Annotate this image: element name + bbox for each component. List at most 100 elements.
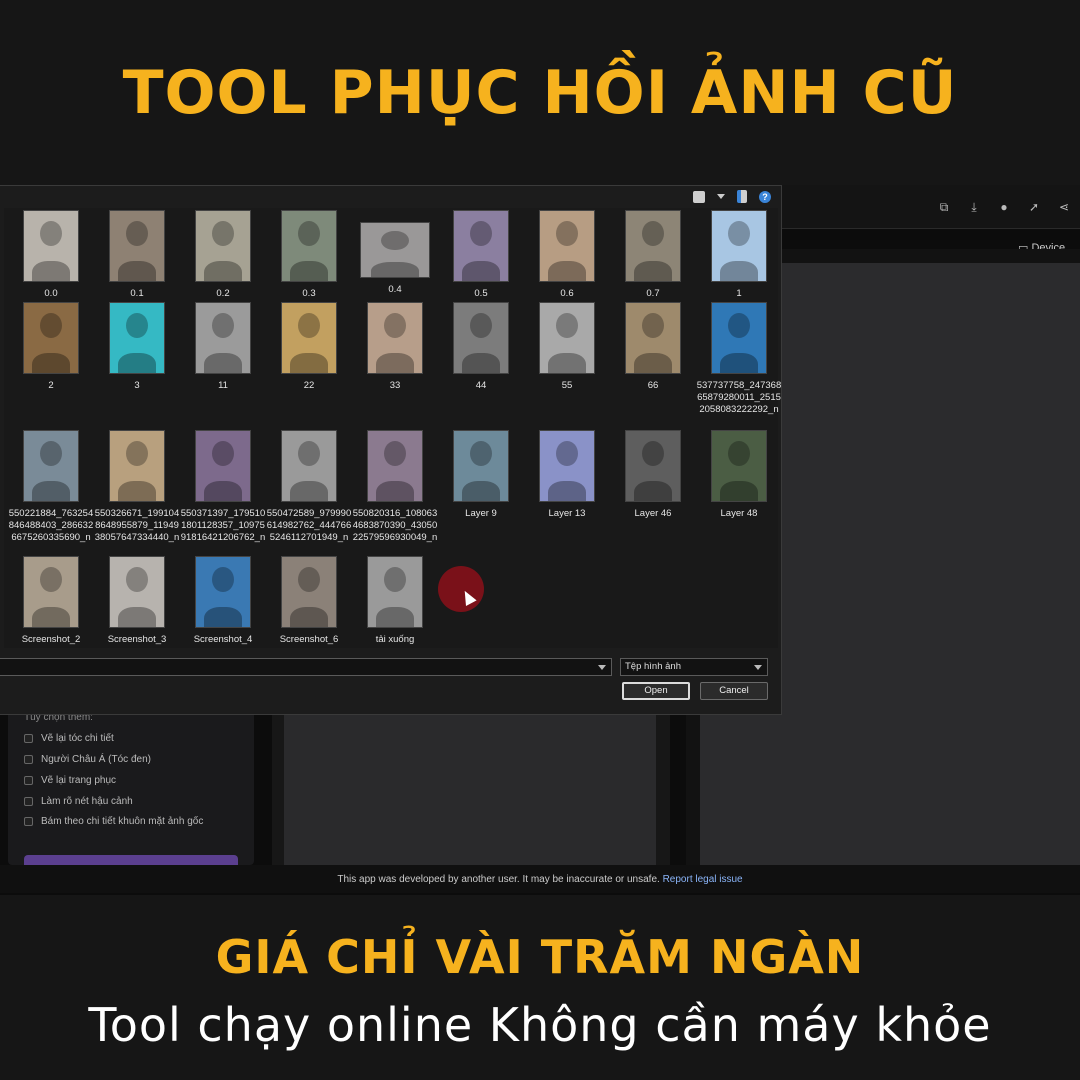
cancel-button[interactable]: Cancel xyxy=(700,682,768,700)
file-thumbnail xyxy=(281,430,337,502)
file-name-label: Screenshot_4 xyxy=(193,634,253,645)
file-item[interactable]: Screenshot_3 xyxy=(94,556,180,646)
file-thumbnail xyxy=(367,430,423,502)
file-thumbnail xyxy=(453,210,509,282)
file-name-label: 11 xyxy=(218,380,228,391)
file-item[interactable]: 550326671_1991048648955879_1194938057647… xyxy=(94,430,180,544)
file-name-label: Layer 46 xyxy=(634,508,672,519)
file-name-label: 0.0 xyxy=(44,288,58,299)
option-label: Làm rõ nét hậu cảnh xyxy=(41,796,133,807)
checkbox[interactable] xyxy=(24,734,33,743)
app-topbar: ⧉ ⤓ ● ➚ ⋖ xyxy=(780,185,1080,229)
file-item[interactable]: 55 xyxy=(524,302,610,392)
file-thumbnail xyxy=(711,210,767,282)
file-item[interactable]: 33 xyxy=(352,302,438,392)
file-item[interactable]: 550472589_979990614982762_44476652461127… xyxy=(266,430,352,544)
open-button[interactable]: Open xyxy=(622,682,690,700)
report-legal-issue-link[interactable]: Report legal issue xyxy=(663,874,743,885)
file-item[interactable]: 0.2 xyxy=(180,210,266,300)
file-thumbnail xyxy=(453,302,509,374)
file-item[interactable]: 11 xyxy=(180,302,266,392)
share-icon[interactable]: ⋖ xyxy=(1056,199,1072,215)
file-thumbnail xyxy=(539,210,595,282)
help-icon[interactable]: ? xyxy=(759,190,771,203)
checkbox[interactable] xyxy=(24,776,33,785)
checkbox[interactable] xyxy=(24,755,33,764)
file-name-label: 0.6 xyxy=(560,288,574,299)
file-item[interactable]: 0.7 xyxy=(610,210,696,300)
file-thumbnail xyxy=(711,430,767,502)
file-item[interactable]: tải xuống xyxy=(352,556,438,646)
option-label: Người Châu Á (Tóc đen) xyxy=(41,754,151,765)
github-icon[interactable]: ● xyxy=(996,199,1012,215)
view-mode-icon[interactable] xyxy=(693,190,705,203)
file-item[interactable]: 550371397_1795101801128357_1097591816421… xyxy=(180,430,266,544)
file-thumbnail xyxy=(281,210,337,282)
file-item[interactable]: Layer 48 xyxy=(696,430,782,520)
file-item[interactable]: Screenshot_6 xyxy=(266,556,352,646)
file-thumbnail xyxy=(23,210,79,282)
file-thumbnail xyxy=(23,556,79,628)
file-item[interactable]: 0.4 xyxy=(352,210,438,296)
file-item[interactable]: 537737758_24736865879280011_251520580832… xyxy=(696,302,782,416)
file-name-label: 66 xyxy=(647,380,659,391)
file-item[interactable]: 2 xyxy=(8,302,94,392)
preview-pane-icon[interactable] xyxy=(737,190,747,203)
file-item[interactable]: Screenshot_2 xyxy=(8,556,94,646)
file-item[interactable]: Layer 13 xyxy=(524,430,610,520)
option-sharpen-background[interactable]: Làm rõ nét hậu cảnh xyxy=(24,796,133,807)
file-thumbnail xyxy=(625,302,681,374)
file-item[interactable]: 0.1 xyxy=(94,210,180,300)
copy-icon[interactable]: ⧉ xyxy=(936,199,952,215)
file-name-input[interactable] xyxy=(0,658,612,676)
checkbox[interactable] xyxy=(24,817,33,826)
file-item[interactable]: Layer 9 xyxy=(438,430,524,520)
file-name-label: tải xuống xyxy=(375,634,415,645)
file-item[interactable]: 0.5 xyxy=(438,210,524,300)
file-item[interactable]: 550221884_763254846488403_28663266752603… xyxy=(8,430,94,544)
file-name-label: 44 xyxy=(475,380,487,391)
headline-title: TOOL PHỤC HỒI ẢNH CŨ xyxy=(122,58,958,128)
input-panel xyxy=(284,705,656,865)
file-thumbnail xyxy=(195,430,251,502)
checkbox[interactable] xyxy=(24,797,33,806)
file-type-select[interactable]: Tệp hình ảnh xyxy=(620,658,768,676)
file-item[interactable]: 550820316_1080634683870390_4305022579596… xyxy=(352,430,438,544)
file-item[interactable]: 0.6 xyxy=(524,210,610,300)
file-thumbnail xyxy=(195,210,251,282)
file-name-label: 55 xyxy=(561,380,573,391)
file-name-label: 1 xyxy=(736,288,742,299)
option-label: Vẽ lại trang phục xyxy=(41,775,117,786)
chevron-down-icon[interactable] xyxy=(598,665,606,670)
file-name-label: 537737758_24736865879280011_251520580832… xyxy=(696,380,782,415)
file-name-label: 0.2 xyxy=(216,288,230,299)
file-name-label: 0.1 xyxy=(130,288,144,299)
chevron-down-icon[interactable] xyxy=(717,194,725,199)
file-item[interactable]: 66 xyxy=(610,302,696,392)
file-name-label: 550472589_979990614982762_44476652461127… xyxy=(266,508,352,543)
file-item[interactable]: Layer 46 xyxy=(610,430,696,520)
file-item[interactable]: 0.0 xyxy=(8,210,94,300)
click-indicator xyxy=(438,566,484,612)
download-icon[interactable]: ⤓ xyxy=(966,199,982,215)
file-item[interactable]: 22 xyxy=(266,302,352,392)
file-item[interactable]: 0.3 xyxy=(266,210,352,300)
file-name-label: 0.4 xyxy=(388,284,402,295)
option-asian[interactable]: Người Châu Á (Tóc đen) xyxy=(24,754,151,765)
option-redraw-hair[interactable]: Vẽ lại tóc chi tiết xyxy=(24,733,114,744)
file-type-value: Tệp hình ảnh xyxy=(625,661,681,672)
file-name-label: 550371397_1795101801128357_1097591816421… xyxy=(180,508,266,543)
file-item[interactable]: Screenshot_4 xyxy=(180,556,266,646)
file-thumbnail xyxy=(195,302,251,374)
option-follow-face[interactable]: Bám theo chi tiết khuôn mặt ảnh gốc xyxy=(24,816,203,827)
option-redraw-clothes[interactable]: Vẽ lại trang phục xyxy=(24,775,116,786)
file-item[interactable]: 1 xyxy=(696,210,782,300)
tagline: Tool chạy online Không cần máy khỏe xyxy=(88,998,992,1052)
file-item[interactable]: 3 xyxy=(94,302,180,392)
file-thumbnail xyxy=(539,430,595,502)
rocket-icon[interactable]: ➚ xyxy=(1026,199,1042,215)
app-footer: This app was developed by another user. … xyxy=(0,865,1080,893)
file-item[interactable]: 44 xyxy=(438,302,524,392)
file-name-label: 0.7 xyxy=(646,288,660,299)
file-thumbnail xyxy=(23,430,79,502)
